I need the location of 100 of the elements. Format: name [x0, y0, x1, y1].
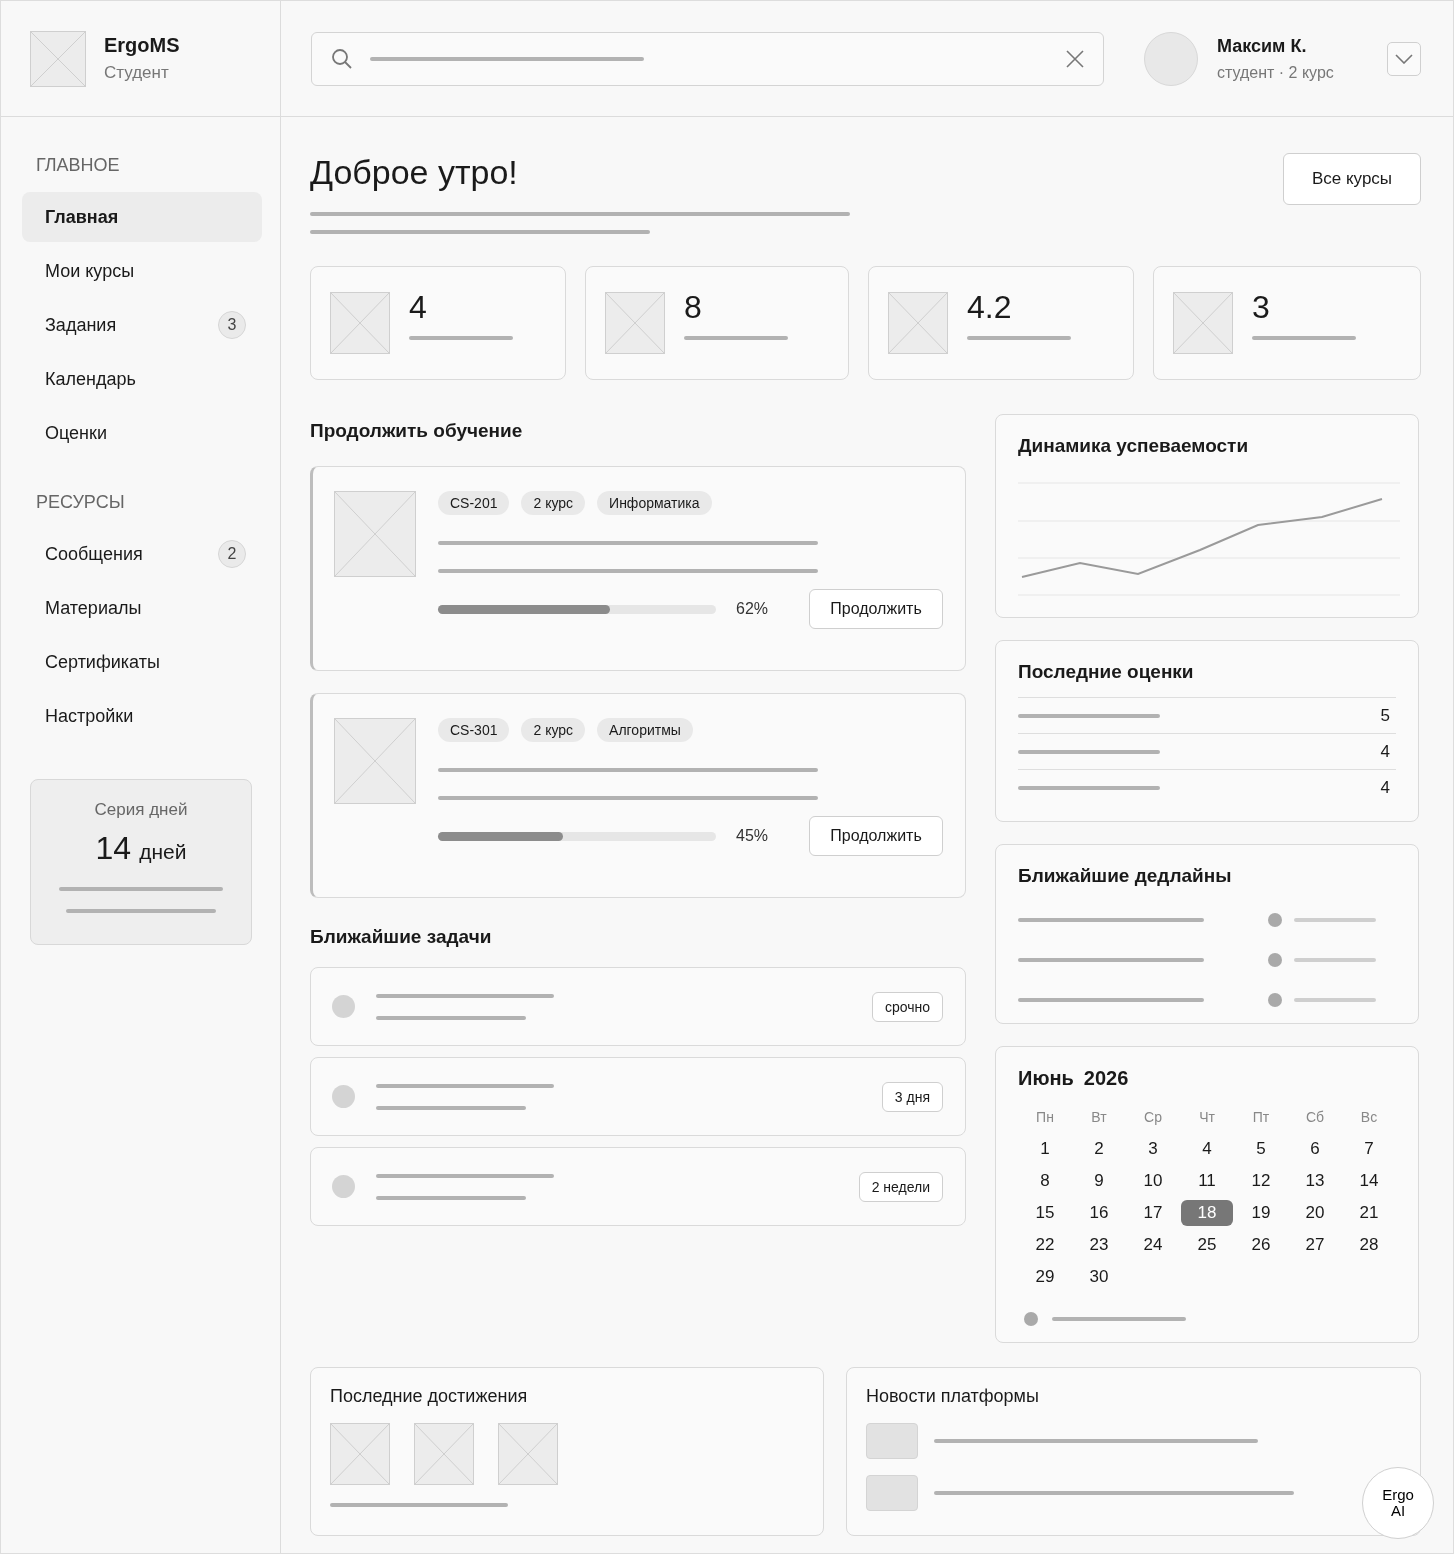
- calendar-day[interactable]: 22: [1019, 1232, 1071, 1258]
- close-icon[interactable]: [1065, 48, 1085, 69]
- stat-value: 3: [1252, 288, 1271, 326]
- assistant-button[interactable]: Ergo AI: [1362, 1467, 1434, 1539]
- calendar-day[interactable]: 12: [1235, 1168, 1287, 1194]
- image-placeholder-icon: [414, 1423, 474, 1485]
- sidebar-item[interactable]: Главная: [22, 192, 262, 242]
- image-placeholder-icon: [334, 491, 416, 577]
- grade-value: 4: [1380, 777, 1390, 798]
- sidebar-item[interactable]: Настройки: [22, 691, 262, 741]
- calendar-day[interactable]: 25: [1181, 1232, 1233, 1258]
- search-icon: [330, 46, 354, 71]
- image-placeholder-icon: [498, 1423, 558, 1485]
- calendar-day[interactable]: 11: [1181, 1168, 1233, 1194]
- due-badge: срочно: [871, 991, 943, 1022]
- sidebar-item[interactable]: Мои курсы: [22, 246, 262, 296]
- calendar-month: Июнь: [1018, 1067, 1074, 1090]
- sidebar-item[interactable]: Оценки: [22, 408, 262, 458]
- section-title: Ближайшие задачи: [310, 926, 493, 948]
- calendar-day[interactable]: 16: [1073, 1200, 1125, 1226]
- calendar-day[interactable]: 17: [1127, 1200, 1179, 1226]
- streak-value: 14: [95, 830, 132, 867]
- calendar-day[interactable]: 18: [1181, 1200, 1233, 1226]
- sidebar-item[interactable]: Календарь: [22, 354, 262, 404]
- calendar-day[interactable]: 4: [1181, 1136, 1233, 1162]
- calendar-day[interactable]: 6: [1289, 1136, 1341, 1162]
- status-dot: [332, 1085, 355, 1108]
- sidebar-label: Оценки: [45, 422, 107, 444]
- tag: Информатика: [597, 491, 712, 515]
- count-badge: 2: [218, 540, 246, 568]
- tag: CS-201: [438, 491, 510, 515]
- section-heading: ГЛАВНОЕ: [35, 155, 121, 176]
- calendar-day[interactable]: 23: [1073, 1232, 1125, 1258]
- sidebar-item[interactable]: Материалы: [22, 583, 262, 633]
- tag: 2 курс: [521, 491, 586, 515]
- card-title: Последние достижения: [330, 1386, 529, 1407]
- status-dot: [1268, 953, 1282, 967]
- calendar-day[interactable]: 3: [1127, 1136, 1179, 1162]
- calendar-day[interactable]: 9: [1073, 1168, 1125, 1194]
- calendar-day[interactable]: 7: [1343, 1136, 1395, 1162]
- stat-value: 4.2: [967, 288, 1013, 326]
- thumbnail-placeholder: [866, 1423, 918, 1459]
- image-placeholder-icon: [330, 292, 390, 354]
- status-dot: [1268, 913, 1282, 927]
- avatar[interactable]: [1144, 31, 1198, 86]
- calendar-day[interactable]: 1: [1019, 1136, 1071, 1162]
- image-placeholder-icon: [330, 1423, 390, 1485]
- sidebar-item[interactable]: Задания 3: [22, 300, 262, 350]
- all-courses-button[interactable]: Все курсы: [1283, 153, 1421, 205]
- app-role: Студент: [104, 63, 170, 83]
- calendar-day[interactable]: 15: [1019, 1200, 1071, 1226]
- section-heading: РЕСУРСЫ: [35, 492, 126, 513]
- sidebar-label: Настройки: [45, 705, 134, 727]
- section-title: Продолжить обучение: [310, 420, 524, 442]
- calendar-day[interactable]: 20: [1289, 1200, 1341, 1226]
- streak-title: Серия дней: [94, 800, 188, 820]
- sidebar-label: Календарь: [45, 368, 136, 390]
- calendar-day[interactable]: 27: [1289, 1232, 1341, 1258]
- card-title: Новости платформы: [866, 1386, 1040, 1407]
- calendar-day[interactable]: 21: [1343, 1200, 1395, 1226]
- status-dot: [332, 1175, 355, 1198]
- weekday-label: Пт: [1251, 1108, 1271, 1127]
- tag: Алгоритмы: [597, 718, 693, 742]
- stat-value: 8: [684, 288, 703, 326]
- calendar-day[interactable]: 13: [1289, 1168, 1341, 1194]
- sidebar-label: Сертификаты: [45, 651, 160, 673]
- app-name: ErgoMS: [104, 34, 180, 57]
- calendar-day[interactable]: 10: [1127, 1168, 1179, 1194]
- calendar-day[interactable]: 5: [1235, 1136, 1287, 1162]
- calendar-day[interactable]: 26: [1235, 1232, 1287, 1258]
- calendar-day[interactable]: 24: [1127, 1232, 1179, 1258]
- weekday-label: Сб: [1304, 1108, 1326, 1127]
- sidebar-label: Главная: [45, 206, 119, 228]
- calendar-day[interactable]: 19: [1235, 1200, 1287, 1226]
- continue-button[interactable]: Продолжить: [809, 589, 943, 629]
- logo-placeholder-icon: [30, 30, 86, 87]
- calendar-day[interactable]: 2: [1073, 1136, 1125, 1162]
- calendar-year: 2026: [1083, 1067, 1129, 1090]
- calendar-day[interactable]: 29: [1019, 1264, 1071, 1290]
- streak-unit: дней: [139, 840, 187, 864]
- sidebar-label: Мои курсы: [45, 260, 135, 282]
- dropdown-button[interactable]: [1387, 41, 1421, 76]
- chevron-down-icon: [1395, 53, 1413, 64]
- weekday-label: Вт: [1090, 1108, 1108, 1127]
- calendar-day[interactable]: 8: [1019, 1168, 1071, 1194]
- progress-percent: 62%: [736, 600, 769, 618]
- search-field[interactable]: [311, 31, 1104, 86]
- weekday-label: Пн: [1035, 1108, 1055, 1127]
- image-placeholder-icon: [1173, 292, 1233, 354]
- status-dot: [1268, 993, 1282, 1007]
- calendar-day[interactable]: 14: [1343, 1168, 1395, 1194]
- sidebar-item[interactable]: Сообщения 2: [22, 529, 262, 579]
- sidebar-item[interactable]: Сертификаты: [22, 637, 262, 687]
- due-badge: 2 недели: [858, 1171, 943, 1202]
- calendar-day[interactable]: 30: [1073, 1264, 1125, 1290]
- calendar-day[interactable]: 28: [1343, 1232, 1395, 1258]
- greeting: Доброе утро!: [310, 153, 519, 192]
- user-name: Максим К.: [1217, 35, 1308, 57]
- continue-button[interactable]: Продолжить: [809, 816, 943, 856]
- tag: 2 курс: [521, 718, 586, 742]
